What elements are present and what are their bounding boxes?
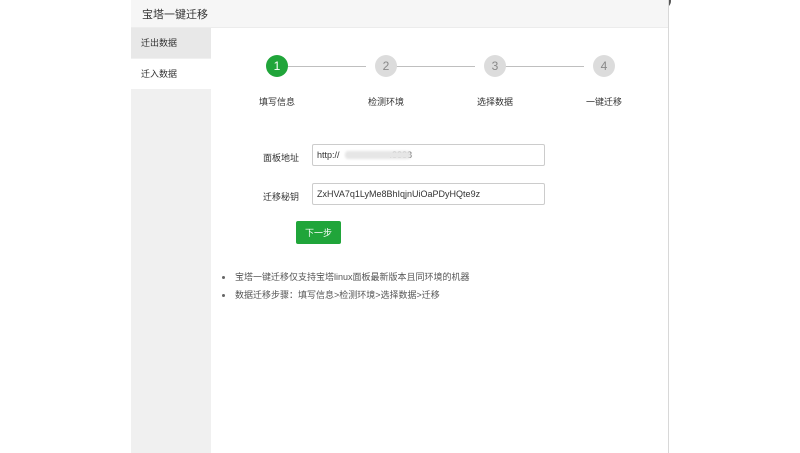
step-2-label: 检测环境 <box>367 97 404 107</box>
dialog-titlebar: 宝塔一键迁移 <box>131 0 668 28</box>
redacted-blur <box>345 151 411 159</box>
migration-dialog: 宝塔一键迁移 迁出数据 迁入数据 1 2 3 4 填写信息 检测环境 选择数据 … <box>131 0 669 453</box>
step-3-circle: 3 <box>484 55 506 77</box>
step-2-circle: 2 <box>375 55 397 77</box>
panel-address-label: 面板地址 <box>262 153 299 163</box>
next-step-button[interactable]: 下一步 <box>296 221 341 244</box>
note-item: 宝塔一键迁移仅支持宝塔linux面板最新版本且同环境的机器 <box>221 268 470 286</box>
step-4-label: 一键迁移 <box>585 97 622 107</box>
step-indicator: 1 2 3 4 填写信息 检测环境 选择数据 一键迁移 <box>211 28 668 118</box>
step-connector <box>279 66 366 67</box>
sidebar-item-export[interactable]: 迁出数据 <box>131 28 211 58</box>
step-1-circle: 1 <box>266 55 288 77</box>
sidebar-item-import[interactable]: 迁入数据 <box>131 59 211 89</box>
notes-list: 宝塔一键迁移仅支持宝塔linux面板最新版本且同环境的机器 数据迁移步骤：填写信… <box>221 268 470 304</box>
step-connector <box>497 66 584 67</box>
step-3-label: 选择数据 <box>476 97 513 107</box>
migrate-key-input[interactable] <box>312 183 545 205</box>
step-connector <box>388 66 475 67</box>
dialog-title: 宝塔一键迁移 <box>142 9 208 21</box>
main-content: 1 2 3 4 填写信息 检测环境 选择数据 一键迁移 面板地址 迁移秘钥 下一… <box>211 28 668 453</box>
sidebar: 迁出数据 迁入数据 <box>131 28 211 453</box>
step-1-label: 填写信息 <box>258 97 295 107</box>
note-item: 数据迁移步骤：填写信息>检测环境>选择数据>迁移 <box>221 286 470 304</box>
step-4-circle: 4 <box>593 55 615 77</box>
migrate-key-label: 迁移秘钥 <box>262 192 299 202</box>
